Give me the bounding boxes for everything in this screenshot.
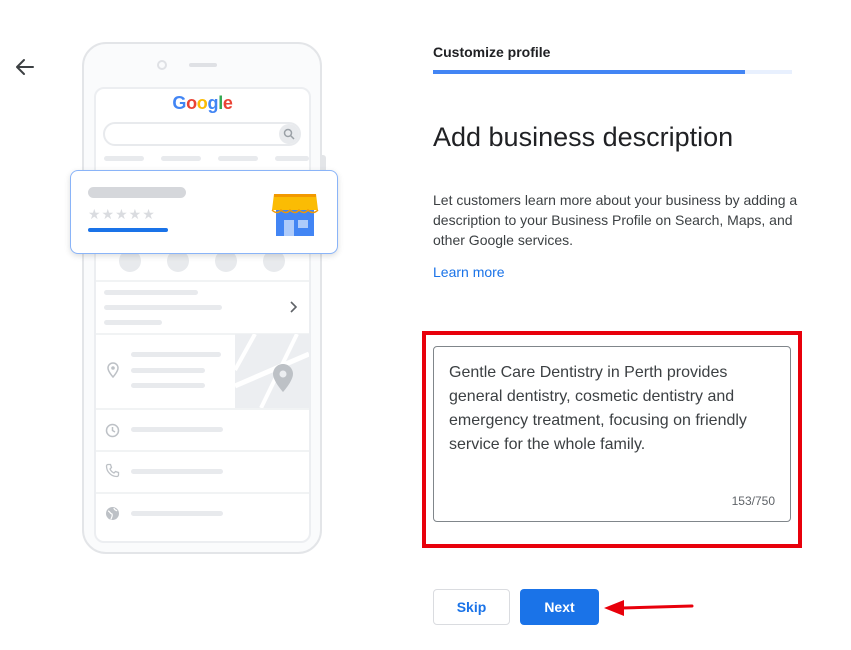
- search-icon: [283, 128, 295, 140]
- mock-line: [131, 383, 205, 388]
- logo-letter: o: [196, 93, 208, 113]
- mock-line: [104, 305, 222, 310]
- business-description-value[interactable]: Gentle Care Dentistry in Perth provides …: [449, 361, 769, 457]
- mock-line: [104, 320, 162, 325]
- rating-stars: ★★★★★: [88, 206, 156, 222]
- mock-line: [104, 290, 198, 295]
- mock-divider: [96, 408, 309, 410]
- annotation-arrow-icon: [604, 600, 694, 616]
- mock-divider: [96, 492, 309, 494]
- mock-line: [131, 368, 205, 373]
- logo-letter: g: [207, 93, 219, 113]
- mock-line: [131, 427, 223, 432]
- mock-map: [235, 334, 309, 408]
- phone-camera: [157, 60, 167, 70]
- logo-letter: G: [172, 93, 187, 113]
- mock-search-bar: [103, 122, 301, 146]
- google-logo: Google: [94, 93, 311, 114]
- logo-letter: e: [222, 93, 233, 113]
- mock-line: [131, 352, 221, 357]
- mock-line: [131, 511, 223, 516]
- pin-icon: [107, 362, 119, 378]
- phone-speaker: [189, 63, 217, 67]
- progress-bar: [433, 70, 792, 74]
- skip-button[interactable]: Skip: [433, 589, 510, 625]
- next-button[interactable]: Next: [520, 589, 599, 625]
- mock-divider: [96, 280, 309, 282]
- character-counter: 153/750: [731, 494, 775, 508]
- mock-tab: [275, 156, 309, 161]
- step-label: Customize profile: [433, 44, 551, 60]
- logo-letter: o: [186, 93, 197, 113]
- chevron-right-icon: [290, 301, 298, 313]
- phone-icon: [105, 463, 120, 478]
- mock-divider: [96, 450, 309, 452]
- mock-business-name: [88, 187, 186, 198]
- mock-tab: [104, 156, 144, 161]
- mock-line: [131, 469, 223, 474]
- arrow-left-icon: [16, 59, 34, 75]
- mock-tab: [161, 156, 201, 161]
- mock-link-line: [88, 228, 168, 232]
- globe-icon: [106, 507, 119, 520]
- clock-icon: [105, 423, 120, 438]
- mock-tab: [218, 156, 258, 161]
- page-description: Let customers learn more about your busi…: [433, 192, 798, 248]
- store-icon: [271, 194, 319, 236]
- page-title: Add business description: [433, 122, 734, 152]
- learn-more-link[interactable]: Learn more: [433, 264, 505, 280]
- back-button[interactable]: [12, 54, 38, 80]
- progress-bar-fill: [433, 70, 746, 74]
